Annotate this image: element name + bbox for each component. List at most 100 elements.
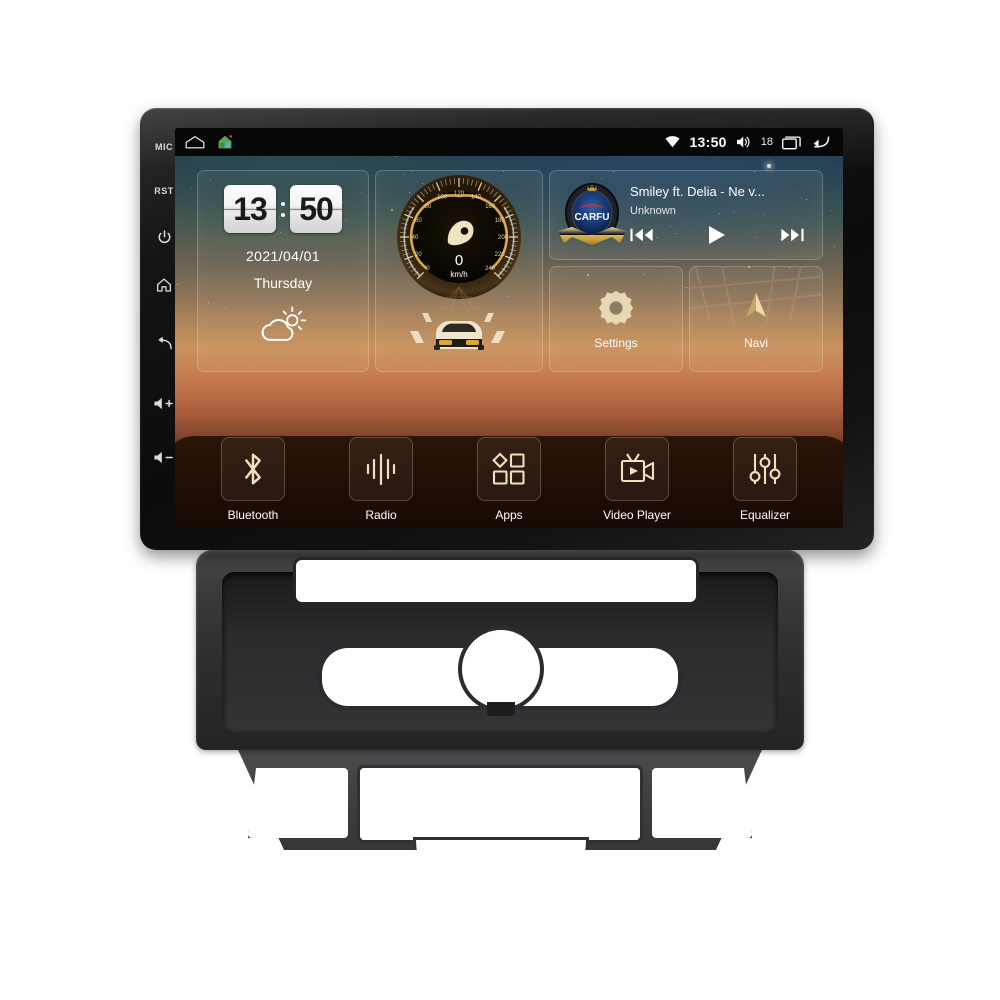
bluetooth-button[interactable]: [221, 437, 285, 501]
clock-hours-box: 13: [224, 185, 276, 233]
house-app-icon[interactable]: [217, 134, 233, 150]
gauge-wrapper: 0 20 40 60 80 100 120 140 160 180 200 220 240 0 km/h: [376, 171, 542, 371]
bluetooth-icon: [245, 453, 261, 485]
dock-item-video-player[interactable]: Video Player: [584, 437, 690, 522]
home-outline-icon[interactable]: [185, 135, 205, 149]
gauge-tick-label: 100: [437, 194, 448, 200]
fascia-vent-left: [248, 768, 348, 838]
navi-tile[interactable]: Navi: [689, 266, 823, 372]
apps-grid-icon: [492, 452, 525, 485]
music-title: Smiley ft. Delia - Ne v...: [630, 184, 765, 199]
music-widget[interactable]: CARFU Smiley ft. Delia - Ne v... Unknown: [549, 170, 823, 260]
gear-icon: [598, 290, 634, 326]
fascia-vent-right: [652, 768, 752, 838]
fascia-knob-tab: [487, 702, 515, 716]
clock-weekday: Thursday: [253, 275, 313, 291]
clock-widget[interactable]: 13 50 2021/04/01 Thursday: [197, 170, 369, 372]
speedometer-widget[interactable]: 0 20 40 60 80 100 120 140 160 180 200 220 240 0 km/h: [375, 170, 543, 372]
navi-label: Navi: [743, 336, 768, 350]
back-icon[interactable]: [810, 134, 831, 150]
status-bar-left: [175, 134, 233, 150]
music-artist: Unknown: [630, 205, 676, 217]
music-controls: [630, 225, 810, 250]
settings-tile-inner: Settings: [550, 267, 682, 371]
apps-button[interactable]: [477, 437, 541, 501]
video-player-label: Video Player: [603, 508, 671, 522]
clock-date: 2021/04/01: [245, 248, 321, 264]
car-graphic: [434, 321, 484, 350]
gauge-tick-label: 160: [485, 204, 496, 210]
equalizer-label: Equalizer: [739, 508, 791, 522]
dock-item-equalizer[interactable]: Equalizer: [712, 437, 818, 522]
dock-items: Bluetooth Radio Apps Video Player Equali…: [175, 437, 843, 522]
gauge-tick-label: 240: [485, 266, 496, 272]
gauge-tick-label: 20: [415, 252, 422, 258]
back-arrow-icon: [157, 336, 172, 349]
gauge-tick-label: 40: [412, 235, 419, 241]
speed-value: 0: [455, 252, 463, 269]
gauge-tick-label: 120: [454, 191, 465, 197]
touchscreen[interactable]: 13:50 18 13 50 2021/04/01 Thursday 0 20 …: [175, 128, 843, 528]
flip-clock: 13 50: [198, 185, 368, 233]
settings-label: Settings: [594, 336, 638, 350]
carfu-logo: CARFU: [554, 177, 630, 253]
fascia-vent-center: [360, 768, 640, 840]
music-row: CARFU Smiley ft. Delia - Ne v... Unknown: [550, 171, 822, 259]
speed-unit: km/h: [450, 270, 467, 279]
mic-key-label: MIC: [155, 142, 173, 152]
partly-cloudy-icon: [261, 306, 307, 341]
weather-area: [198, 304, 368, 346]
volume-icon: [736, 136, 750, 148]
dock-item-radio[interactable]: Radio: [328, 437, 434, 522]
bluetooth-label: Bluetooth: [227, 508, 279, 522]
volume-up-icon: [154, 397, 173, 409]
gauge-tick-label: 60: [415, 218, 422, 224]
play-button[interactable]: [708, 225, 726, 250]
fascia-knob-hole: [462, 630, 540, 708]
navi-tile-inner: Navi: [690, 267, 822, 371]
road-graphic: [384, 287, 534, 363]
head-unit-body: MIC RST 13:50 18 13 50 2021/04/01 Thursd…: [140, 108, 874, 550]
previous-track-button[interactable]: [630, 227, 654, 248]
fascia-bottom-mask: [136, 850, 876, 930]
next-track-icon: [781, 228, 804, 242]
previous-track-icon: [630, 228, 653, 242]
home-icon: [156, 278, 172, 292]
equalizer-button[interactable]: [733, 437, 797, 501]
gauge-tick-label: 220: [495, 252, 506, 258]
music-texts: Smiley ft. Delia - Ne v... Unknown: [630, 180, 822, 250]
gauge-tick-label: 80: [425, 204, 432, 210]
dash-fascia-trim: [136, 550, 876, 930]
status-bar: 13:50 18: [175, 128, 843, 156]
wifi-icon: [665, 136, 680, 148]
gauge-tick-label: 180: [495, 218, 506, 224]
clock-colon: [280, 201, 286, 217]
apps-label: Apps: [495, 508, 523, 522]
status-bar-right: 13:50 18: [665, 134, 843, 150]
clock-minutes: 50: [299, 191, 334, 227]
status-volume-level: 18: [760, 136, 773, 148]
screenshot-root: MIC RST 13:50 18 13 50 2021/04/01 Thursd…: [0, 0, 1000, 1000]
play-icon: [709, 226, 725, 244]
reset-key-label: RST: [154, 186, 174, 196]
radio-label: Radio: [365, 508, 397, 522]
navigation-arrow-icon: [742, 292, 770, 321]
gauge-tick-label: 200: [498, 235, 509, 241]
svg-text:CARFU: CARFU: [575, 212, 610, 223]
carfu-logo-icon: CARFU: [558, 183, 626, 245]
next-track-button[interactable]: [780, 227, 804, 248]
dock-item-bluetooth[interactable]: Bluetooth: [200, 437, 306, 522]
clock-hours: 13: [233, 191, 268, 227]
recents-icon[interactable]: [782, 135, 801, 150]
power-icon: [158, 229, 170, 243]
radio-waveform-icon: [366, 453, 396, 486]
gauge-tick-label: 140: [471, 194, 482, 200]
settings-tile[interactable]: Settings: [549, 266, 683, 372]
app-dock: Bluetooth Radio Apps Video Player Equali…: [175, 400, 843, 528]
radio-button[interactable]: [349, 437, 413, 501]
equalizer-sliders-icon: [749, 454, 781, 484]
video-player-button[interactable]: [605, 437, 669, 501]
clock-minutes-box: 50: [290, 185, 342, 233]
status-time: 13:50: [689, 134, 727, 150]
dock-item-apps[interactable]: Apps: [456, 437, 562, 522]
